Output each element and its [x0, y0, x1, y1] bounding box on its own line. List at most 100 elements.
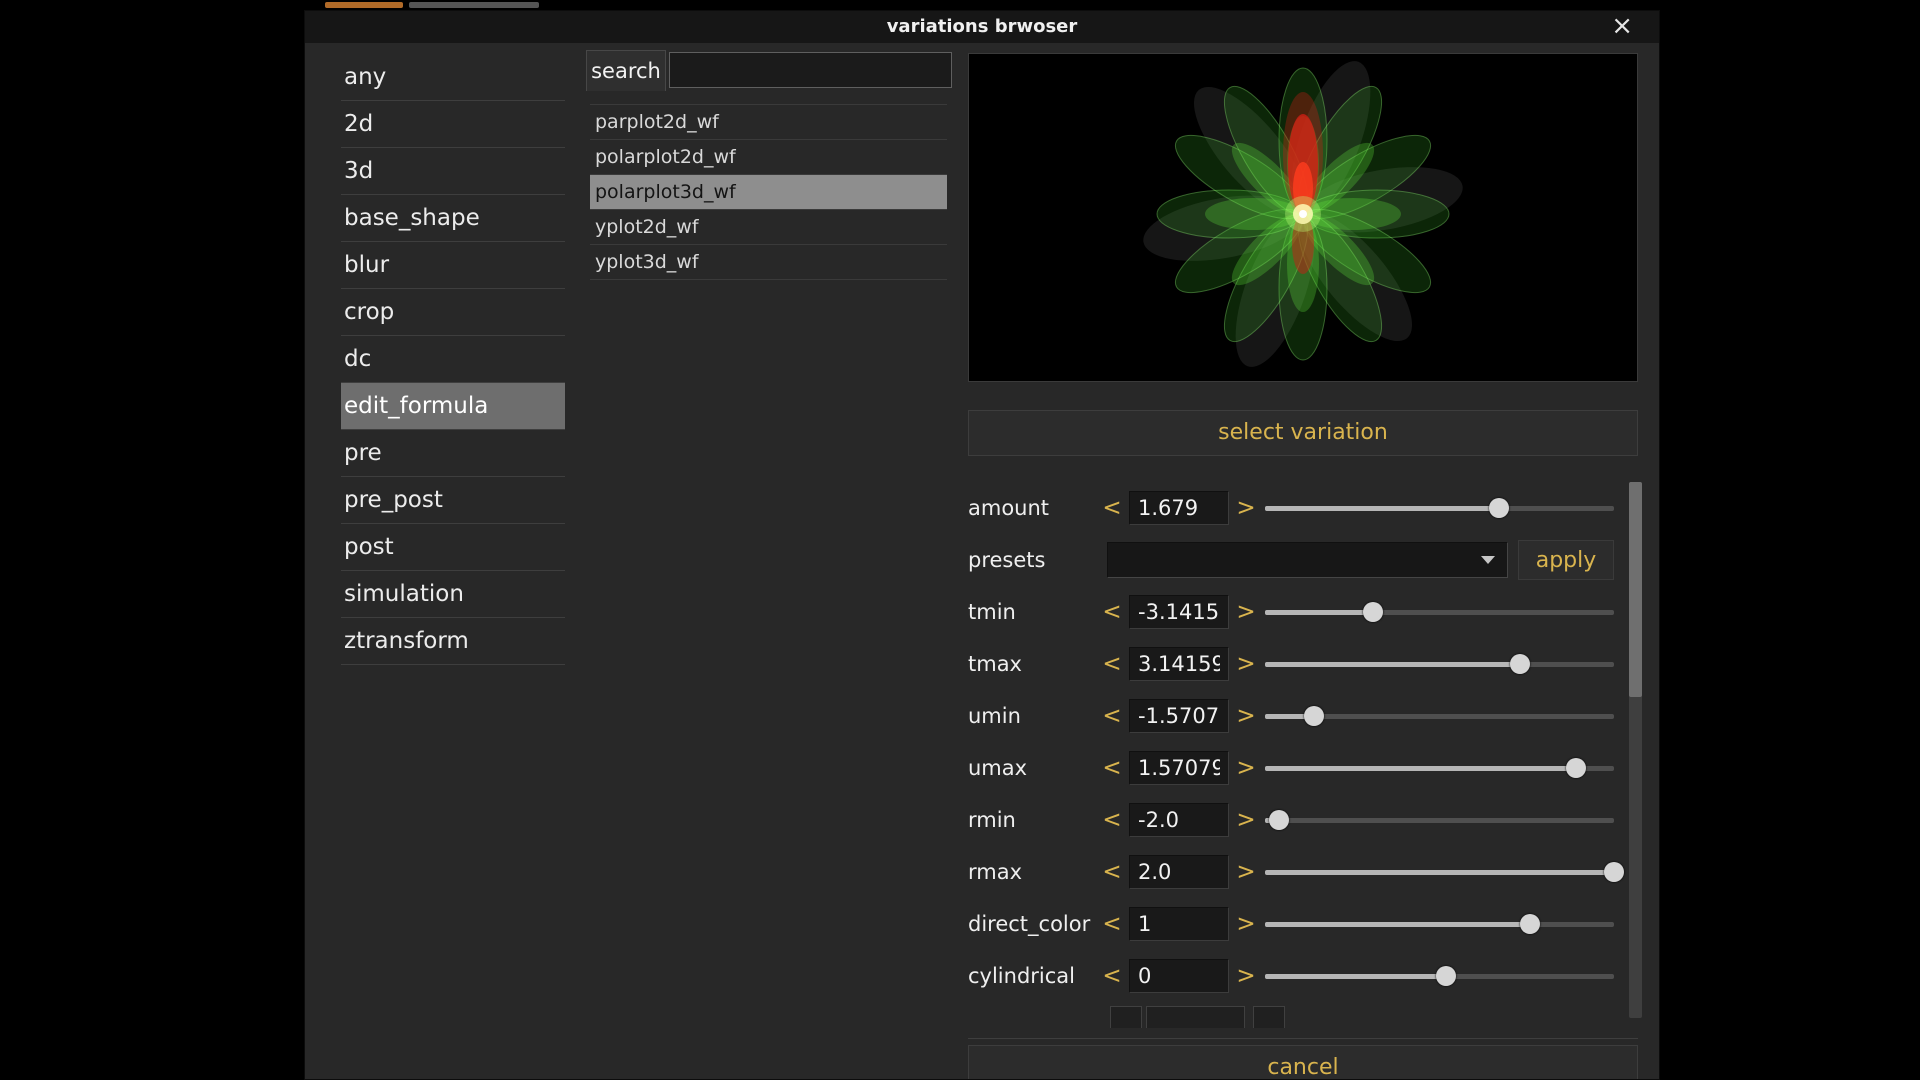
variation-preview: [968, 53, 1638, 382]
decrement-button-rmax[interactable]: <: [1101, 859, 1123, 885]
category-item-base_shape[interactable]: base_shape: [341, 195, 565, 242]
slider-fill: [1265, 974, 1446, 979]
decrement-button-tmin[interactable]: <: [1101, 599, 1123, 625]
slider-fill: [1265, 662, 1520, 667]
param-value-umax[interactable]: [1129, 751, 1229, 785]
increment-button-amount[interactable]: >: [1235, 495, 1257, 521]
category-item-simulation[interactable]: simulation: [341, 571, 565, 618]
variation-item-yplot3d_wf[interactable]: yplot3d_wf: [590, 245, 947, 280]
param-slider-tmax[interactable]: [1265, 638, 1614, 690]
cancel-button[interactable]: cancel: [968, 1045, 1638, 1080]
variation-item-polarplot3d_wf[interactable]: polarplot3d_wf: [590, 175, 947, 210]
increment-button-tmin[interactable]: >: [1235, 599, 1257, 625]
background-text-sliver: [325, 2, 403, 8]
param-value-direct_color[interactable]: [1129, 907, 1229, 941]
param-value-tmin[interactable]: [1129, 595, 1229, 629]
category-list: any2d3dbase_shapeblurcropdcedit_formulap…: [341, 54, 565, 665]
param-label-amount: amount: [968, 496, 1101, 520]
param-value-amount[interactable]: [1129, 491, 1229, 525]
decrement-button-tmax[interactable]: <: [1101, 651, 1123, 677]
category-item-pre[interactable]: pre: [341, 430, 565, 477]
category-item-blur[interactable]: blur: [341, 242, 565, 289]
variation-item-parplot2d_wf[interactable]: parplot2d_wf: [590, 105, 947, 140]
param-slider-umin[interactable]: [1265, 690, 1614, 742]
presets-dropdown[interactable]: [1107, 542, 1508, 578]
param-slider-tmin[interactable]: [1265, 586, 1614, 638]
increment-button-tmax[interactable]: >: [1235, 651, 1257, 677]
param-value-cylindrical[interactable]: [1129, 959, 1229, 993]
param-label-tmax: tmax: [968, 652, 1101, 676]
slider-thumb[interactable]: [1304, 706, 1324, 726]
param-label-presets: presets: [968, 548, 1101, 572]
decrement-button-direct_color[interactable]: <: [1101, 911, 1123, 937]
decrement-button-rmin[interactable]: <: [1101, 807, 1123, 833]
param-slider-rmin[interactable]: [1265, 794, 1614, 846]
slider-track: [1265, 818, 1614, 823]
category-item-edit_formula[interactable]: edit_formula: [341, 383, 565, 430]
slider-thumb[interactable]: [1510, 654, 1530, 674]
category-item-crop[interactable]: crop: [341, 289, 565, 336]
category-item-post[interactable]: post: [341, 524, 565, 571]
slider-fill: [1265, 922, 1530, 927]
window-title: variations brwoser: [305, 11, 1659, 43]
clipped-param-row: [968, 1002, 1638, 1028]
decrement-button-cylindrical[interactable]: <: [1101, 963, 1123, 989]
param-value-rmax[interactable]: [1129, 855, 1229, 889]
increment-button-rmax[interactable]: >: [1235, 859, 1257, 885]
param-slider-direct_color[interactable]: [1265, 898, 1614, 950]
param-slider-umax[interactable]: [1265, 742, 1614, 794]
clipped-value-box: [1146, 1006, 1245, 1028]
slider-thumb[interactable]: [1489, 498, 1509, 518]
decrement-button-amount[interactable]: <: [1101, 495, 1123, 521]
screen: variations brwoser × any2d3dbase_shapebl…: [0, 0, 1920, 1080]
variation-item-polarplot2d_wf[interactable]: polarplot2d_wf: [590, 140, 947, 175]
slider-thumb[interactable]: [1436, 966, 1456, 986]
variations-browser-dialog: variations brwoser × any2d3dbase_shapebl…: [304, 10, 1660, 1080]
increment-button-rmin[interactable]: >: [1235, 807, 1257, 833]
select-variation-button[interactable]: select variation: [968, 410, 1638, 456]
param-row-direct_color: direct_color<>: [968, 898, 1638, 950]
parameters-scrollbar[interactable]: [1629, 482, 1642, 1018]
param-value-umin[interactable]: [1129, 699, 1229, 733]
variation-item-yplot2d_wf[interactable]: yplot2d_wf: [590, 210, 947, 245]
slider-thumb[interactable]: [1520, 914, 1540, 934]
slider-thumb[interactable]: [1269, 810, 1289, 830]
increment-button-direct_color[interactable]: >: [1235, 911, 1257, 937]
slider-thumb[interactable]: [1363, 602, 1383, 622]
increment-button-cylindrical[interactable]: >: [1235, 963, 1257, 989]
category-item-dc[interactable]: dc: [341, 336, 565, 383]
param-slider-cylindrical[interactable]: [1265, 950, 1614, 1002]
apply-button[interactable]: apply: [1518, 540, 1614, 580]
search-input[interactable]: [669, 52, 952, 88]
increment-button-umax[interactable]: >: [1235, 755, 1257, 781]
slider-track: [1265, 766, 1614, 771]
param-label-rmax: rmax: [968, 860, 1101, 884]
param-slider-amount[interactable]: [1265, 482, 1614, 534]
decrement-button-umin[interactable]: <: [1101, 703, 1123, 729]
tab-search[interactable]: search: [586, 50, 666, 91]
scrollbar-thumb[interactable]: [1629, 482, 1642, 697]
slider-thumb[interactable]: [1566, 758, 1586, 778]
param-slider-rmax[interactable]: [1265, 846, 1614, 898]
param-row-tmin: tmin< >: [968, 586, 1638, 638]
param-value-rmin[interactable]: [1129, 803, 1229, 837]
category-item-pre_post[interactable]: pre_post: [341, 477, 565, 524]
param-row-rmax: rmax< >: [968, 846, 1638, 898]
titlebar[interactable]: variations brwoser ×: [305, 11, 1659, 43]
param-label-tmin: tmin: [968, 600, 1101, 624]
param-value-tmax[interactable]: [1129, 647, 1229, 681]
category-item-2d[interactable]: 2d: [341, 101, 565, 148]
param-label-umax: umax: [968, 756, 1101, 780]
param-label-umin: umin: [968, 704, 1101, 728]
chevron-down-icon: [1481, 556, 1495, 564]
background-window-fragment: [325, 0, 625, 9]
slider-thumb[interactable]: [1604, 862, 1624, 882]
close-button[interactable]: ×: [1611, 11, 1633, 41]
decrement-button-umax[interactable]: <: [1101, 755, 1123, 781]
slider-fill: [1265, 766, 1576, 771]
category-item-ztransform[interactable]: ztransform: [341, 618, 565, 665]
category-item-3d[interactable]: 3d: [341, 148, 565, 195]
increment-button-umin[interactable]: >: [1235, 703, 1257, 729]
background-text-sliver: [409, 2, 539, 8]
category-item-any[interactable]: any: [341, 54, 565, 101]
